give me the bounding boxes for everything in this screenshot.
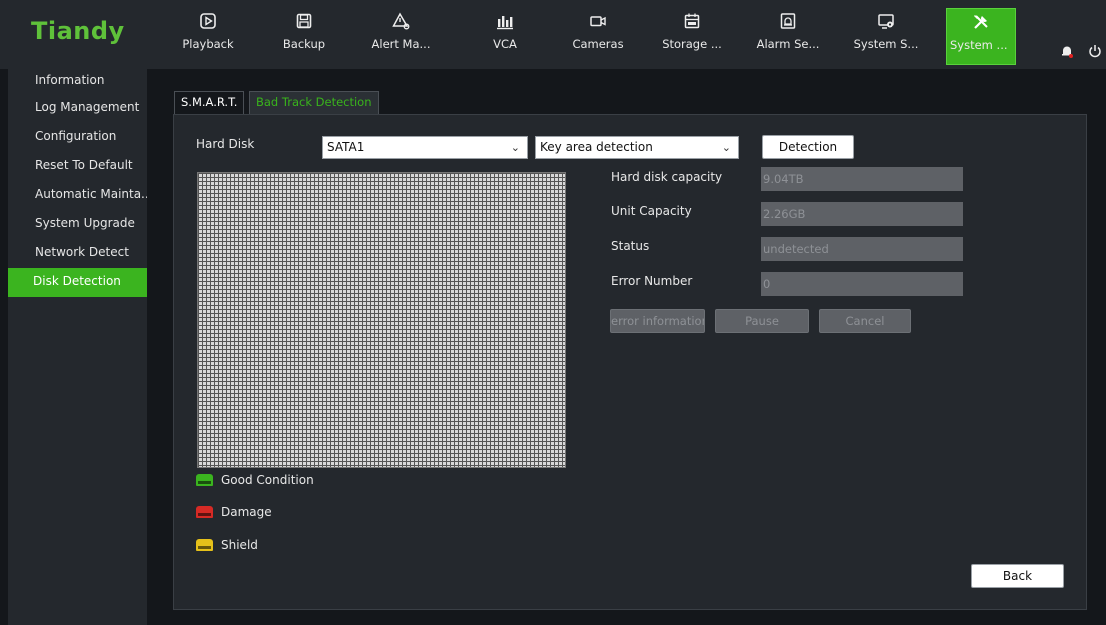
capacity-field: 9.04TB xyxy=(761,167,963,191)
nav-label: Playback xyxy=(182,37,234,51)
sidebar-item-disk-detection[interactable]: Disk Detection xyxy=(8,268,147,297)
alarm-icon xyxy=(753,12,823,34)
monitor-gear-icon xyxy=(851,12,921,34)
nav-cameras[interactable]: Cameras xyxy=(563,8,633,65)
alert-icon xyxy=(366,12,436,34)
nav-label: Storage ... xyxy=(662,37,722,51)
camera-icon xyxy=(563,12,633,34)
tools-icon xyxy=(947,13,1015,35)
nav-label: System S... xyxy=(853,37,919,51)
hard-disk-green-icon xyxy=(196,474,213,486)
tab-bad-track-detection[interactable]: Bad Track Detection xyxy=(249,91,379,114)
playback-icon xyxy=(173,12,243,34)
nav-label: Alert Ma... xyxy=(371,37,431,51)
nav-system-maintenance[interactable]: System ... xyxy=(946,8,1016,65)
chevron-down-icon: ⌄ xyxy=(510,141,520,154)
hard-disk-red-icon xyxy=(196,506,213,518)
nav-label: Cameras xyxy=(572,37,624,51)
detection-mode-select[interactable]: Key area detection ⌄ xyxy=(535,136,739,159)
hard-disk-yellow-icon xyxy=(196,539,213,551)
error-number-field: 0 xyxy=(761,272,963,296)
nav-label: Alarm Se... xyxy=(756,37,820,51)
power-icon[interactable] xyxy=(1088,44,1102,61)
back-button[interactable]: Back xyxy=(971,564,1064,588)
save-icon xyxy=(269,12,339,34)
capacity-label: Hard disk capacity xyxy=(611,170,723,184)
notification-bell-icon[interactable] xyxy=(1060,44,1074,61)
error-information-button[interactable]: error information xyxy=(610,309,705,333)
sidebar-item-automatic-maintain[interactable]: Automatic Mainta... xyxy=(8,181,147,210)
nav-label: System ... xyxy=(950,38,1008,52)
legend-damage: Damage xyxy=(196,504,272,520)
legend-good: Good Condition xyxy=(196,472,314,488)
nav-label: VCA xyxy=(493,37,517,51)
nav-alarm-settings[interactable]: Alarm Se... xyxy=(753,8,823,65)
sidebar-item-configuration[interactable]: Configuration xyxy=(8,123,147,152)
top-bar: Tiandy Playback Backup Alert Ma... VCA C… xyxy=(0,0,1106,69)
nav-label: Backup xyxy=(282,37,326,51)
unit-capacity-field: 2.26GB xyxy=(761,202,963,226)
sidebar-item-network-detect[interactable]: Network Detect xyxy=(8,239,147,268)
status-label: Status xyxy=(611,239,650,253)
nav-alert-management[interactable]: Alert Ma... xyxy=(366,8,436,65)
hard-disk-label: Hard Disk xyxy=(196,137,255,151)
sidebar-item-reset-to-default[interactable]: Reset To Default xyxy=(8,152,147,181)
hard-disk-select-value: SATA1 xyxy=(327,140,365,154)
status-field: undetected xyxy=(761,237,963,261)
chevron-down-icon: ⌄ xyxy=(721,141,731,154)
sidebar-item-system-upgrade[interactable]: System Upgrade xyxy=(8,210,147,239)
legend-good-label: Good Condition xyxy=(221,473,314,487)
unit-capacity-label: Unit Capacity xyxy=(611,204,692,218)
sidebar-item-log-management[interactable]: Log Management xyxy=(8,94,147,123)
cancel-button[interactable]: Cancel xyxy=(819,309,911,333)
vca-icon xyxy=(470,12,540,34)
legend-damage-label: Damage xyxy=(221,505,272,519)
brand-logo: Tiandy xyxy=(31,17,125,45)
hard-disk-select[interactable]: SATA1 ⌄ xyxy=(322,136,528,159)
track-grid xyxy=(197,172,566,468)
legend-shield: Shield xyxy=(196,537,258,553)
detection-button[interactable]: Detection xyxy=(762,135,854,159)
detection-mode-value: Key area detection xyxy=(540,140,653,154)
storage-icon xyxy=(657,12,727,34)
nav-vca[interactable]: VCA xyxy=(470,8,540,65)
legend-shield-label: Shield xyxy=(221,538,258,552)
nav-system-settings[interactable]: System S... xyxy=(851,8,921,65)
pause-button[interactable]: Pause xyxy=(715,309,809,333)
error-number-label: Error Number xyxy=(611,274,693,288)
sidebar-item-information[interactable]: Information xyxy=(8,69,147,94)
nav-storage[interactable]: Storage ... xyxy=(657,8,727,65)
tab-smart[interactable]: S.M.A.R.T. xyxy=(174,91,245,114)
nav-playback[interactable]: Playback xyxy=(173,8,243,65)
nav-backup[interactable]: Backup xyxy=(269,8,339,65)
sidebar: Information Log Management Configuration… xyxy=(8,69,147,625)
